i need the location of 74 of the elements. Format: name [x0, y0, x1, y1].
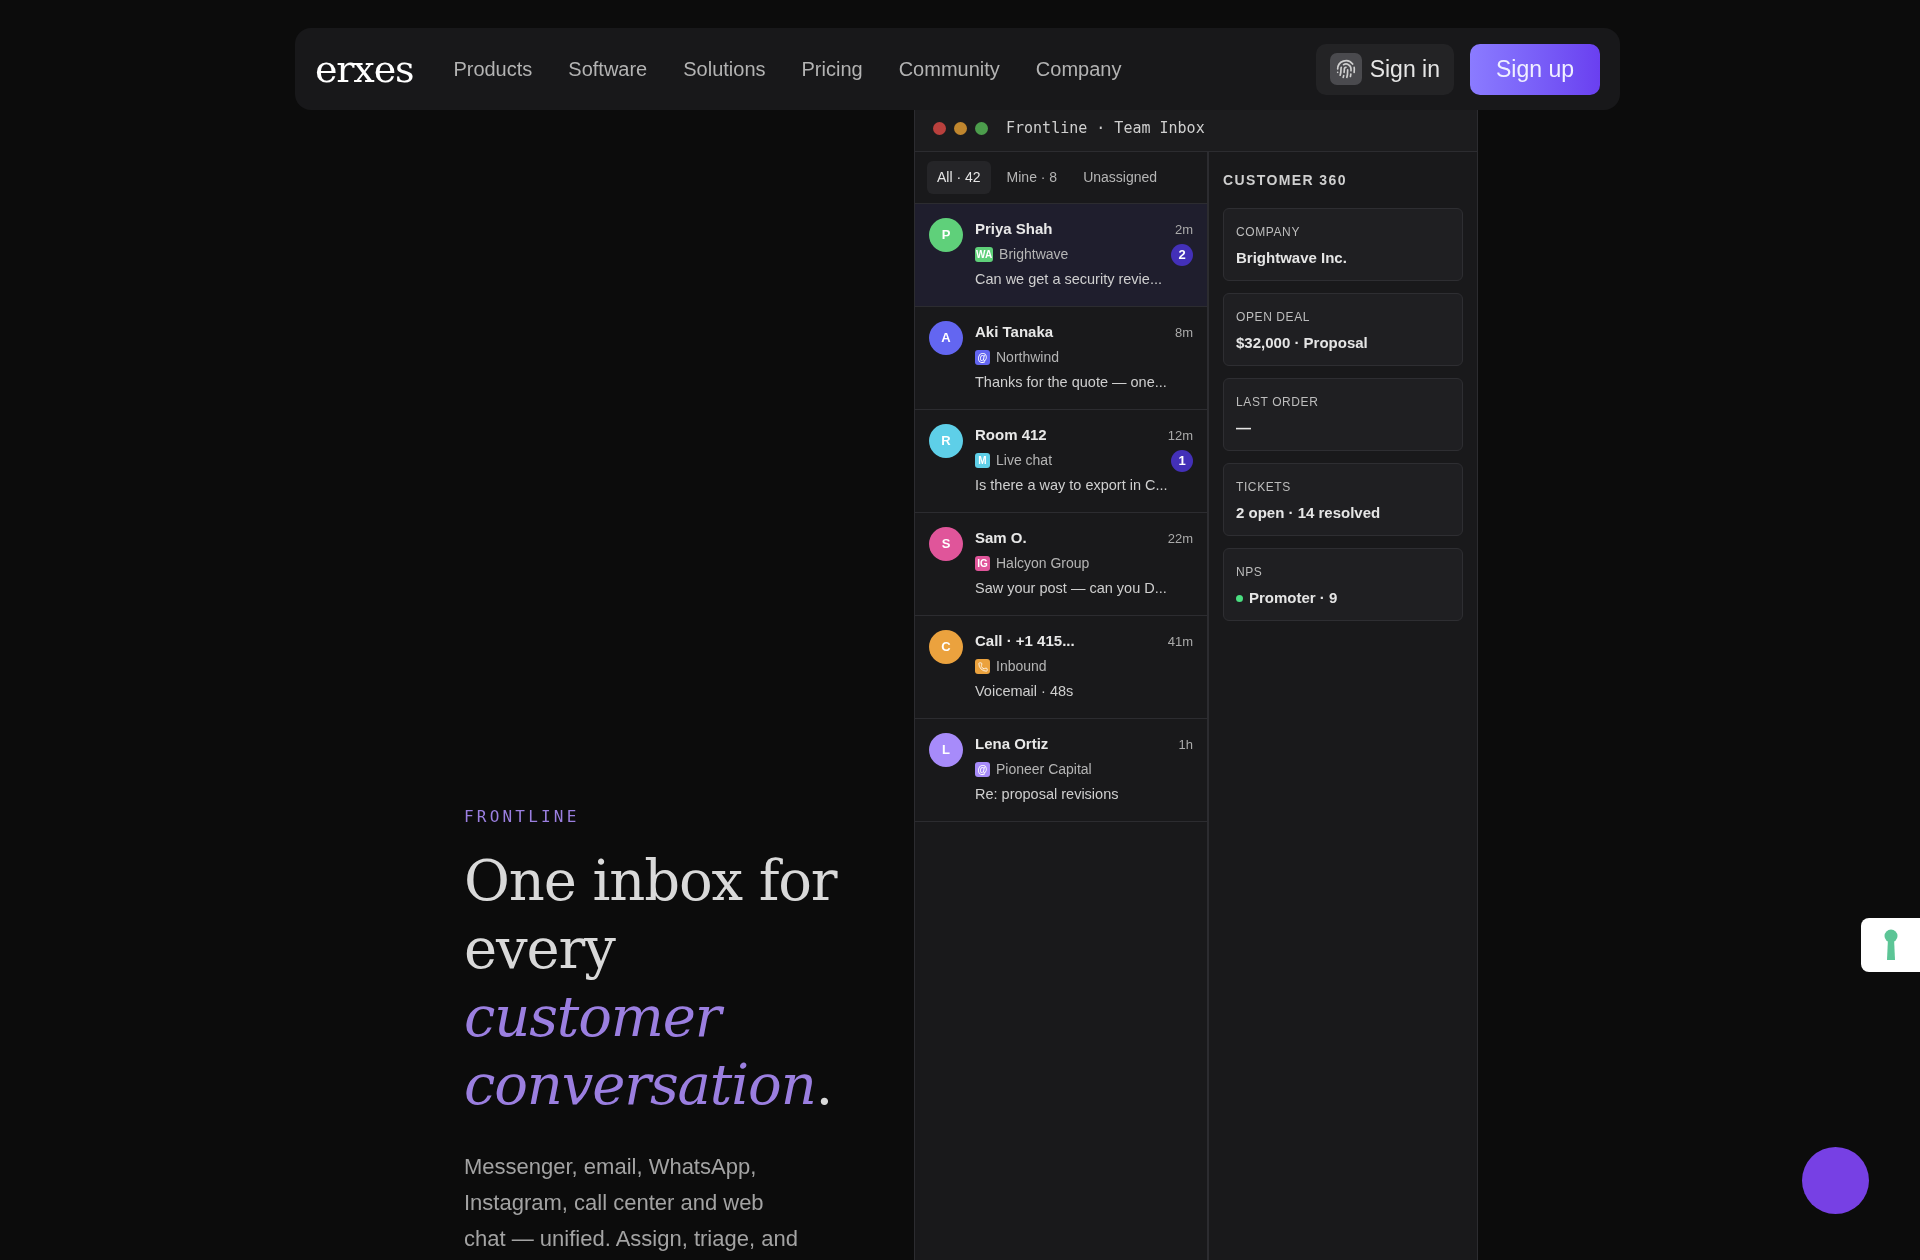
card-value: 2 open · 14 resolved	[1236, 503, 1381, 523]
avatar: S	[929, 527, 963, 561]
nav-link[interactable]: Pricing	[801, 54, 863, 84]
hero-description: Messenger, email, WhatsApp, Instagram, call center and web chat — unified. Assign, triage, and	[464, 1153, 799, 1253]
conversation-item[interactable]: S Sam O. 22m IG Halcyon Group Saw your post — can you D...	[915, 513, 1207, 616]
logo[interactable]: erxes	[315, 40, 414, 98]
source-label: Northwind	[996, 348, 1060, 367]
source-label: Brightwave	[999, 245, 1069, 264]
source-label: Live chat	[996, 451, 1053, 470]
conversation-item[interactable]: L Lena Ortiz 1h @ Pioneer Capital Re: proposal revisions	[915, 719, 1207, 822]
card-value: —	[1236, 418, 1251, 438]
card-value: $32,000 · Proposal	[1236, 333, 1368, 353]
source-label: Halcyon Group	[996, 554, 1090, 573]
contact-name: Lena Ortiz	[975, 734, 1049, 754]
time-label: 8m	[1174, 323, 1193, 342]
window-title: Frontline · Team Inbox	[1006, 118, 1205, 140]
avatar: P	[929, 218, 963, 252]
conversation-item[interactable]: A Aki Tanaka 8m @ Northwind Thanks for the quote — one...	[915, 307, 1207, 410]
card-label: COMPANY	[1236, 224, 1300, 241]
nav-link[interactable]: Solutions	[683, 54, 766, 84]
feedback-tab[interactable]	[1861, 918, 1920, 972]
time-label: 1h	[1178, 735, 1193, 754]
message-preview: Is there a way to export in C...	[975, 475, 1168, 495]
contact-name: Priya Shah	[975, 219, 1053, 239]
card-value: Promoter · 9	[1249, 588, 1338, 608]
channel-badge: WA	[975, 247, 994, 262]
nav-link[interactable]: Products	[453, 54, 533, 84]
panel-title: CUSTOMER 360	[1223, 171, 1347, 190]
avatar: A	[929, 321, 963, 355]
eyebrow-label: FRONTLINE	[464, 806, 580, 828]
source-label: Pioneer Capital	[996, 760, 1092, 779]
card-value: Brightwave Inc.	[1236, 248, 1347, 268]
conversation-item[interactable]: P Priya Shah 2m WA Brightwave 2 Can we get a security revie...	[915, 204, 1207, 307]
card-label: NPS	[1236, 564, 1263, 581]
card-label: TICKETS	[1236, 479, 1291, 496]
keyhole-icon	[1883, 929, 1898, 961]
sign-in-button[interactable]: Sign in	[1315, 43, 1454, 95]
channel-badge: @	[975, 350, 990, 365]
time-label: 2m	[1174, 220, 1193, 239]
source-label: Inbound	[996, 657, 1047, 676]
message-preview: Saw your post — can you D...	[975, 578, 1167, 598]
filter-tab[interactable]: Unassigned	[1073, 161, 1168, 194]
unread-count: 1	[1171, 449, 1193, 472]
hero-heading: One inbox for every customer conversation.	[464, 847, 839, 1119]
channel-badge: M	[975, 453, 990, 468]
fingerprint-icon	[1329, 53, 1362, 85]
avatar: C	[929, 630, 963, 664]
nav-link[interactable]: Community	[898, 54, 1000, 84]
contact-name: Aki Tanaka	[975, 322, 1054, 342]
avatar: L	[929, 733, 963, 767]
card-label: OPEN DEAL	[1236, 309, 1311, 326]
filter-tab[interactable]: Mine · 8	[996, 161, 1068, 194]
time-label: 12m	[1167, 426, 1193, 445]
contact-name: Call · +1 415...	[975, 631, 1075, 651]
message-preview: Thanks for the quote — one...	[975, 372, 1167, 392]
time-label: 22m	[1167, 529, 1193, 548]
sign-up-button[interactable]: Sign up	[1470, 43, 1600, 95]
time-label: 41m	[1167, 632, 1193, 651]
filter-tab[interactable]: All · 42	[927, 161, 991, 194]
conversation-item[interactable]: C Call · +1 415... 41m Inbound Voicemail · 48s	[915, 616, 1207, 719]
message-preview: Voicemail · 48s	[975, 681, 1074, 701]
avatar: R	[929, 424, 963, 458]
contact-name: Sam O.	[975, 528, 1027, 548]
nav-link[interactable]: Software	[568, 54, 648, 84]
phone-icon	[975, 659, 990, 674]
message-preview: Re: proposal revisions	[975, 784, 1119, 804]
channel-badge: @	[975, 762, 990, 777]
message-preview: Can we get a security revie...	[975, 269, 1162, 289]
card-label: LAST ORDER	[1236, 394, 1319, 411]
conversation-item[interactable]: R Room 412 12m M Live chat 1 Is there a way to export in C...	[915, 410, 1207, 513]
channel-badge: IG	[975, 556, 990, 571]
unread-count: 2	[1171, 243, 1193, 266]
contact-name: Room 412	[975, 425, 1047, 445]
nav-link[interactable]: Company	[1035, 54, 1122, 84]
